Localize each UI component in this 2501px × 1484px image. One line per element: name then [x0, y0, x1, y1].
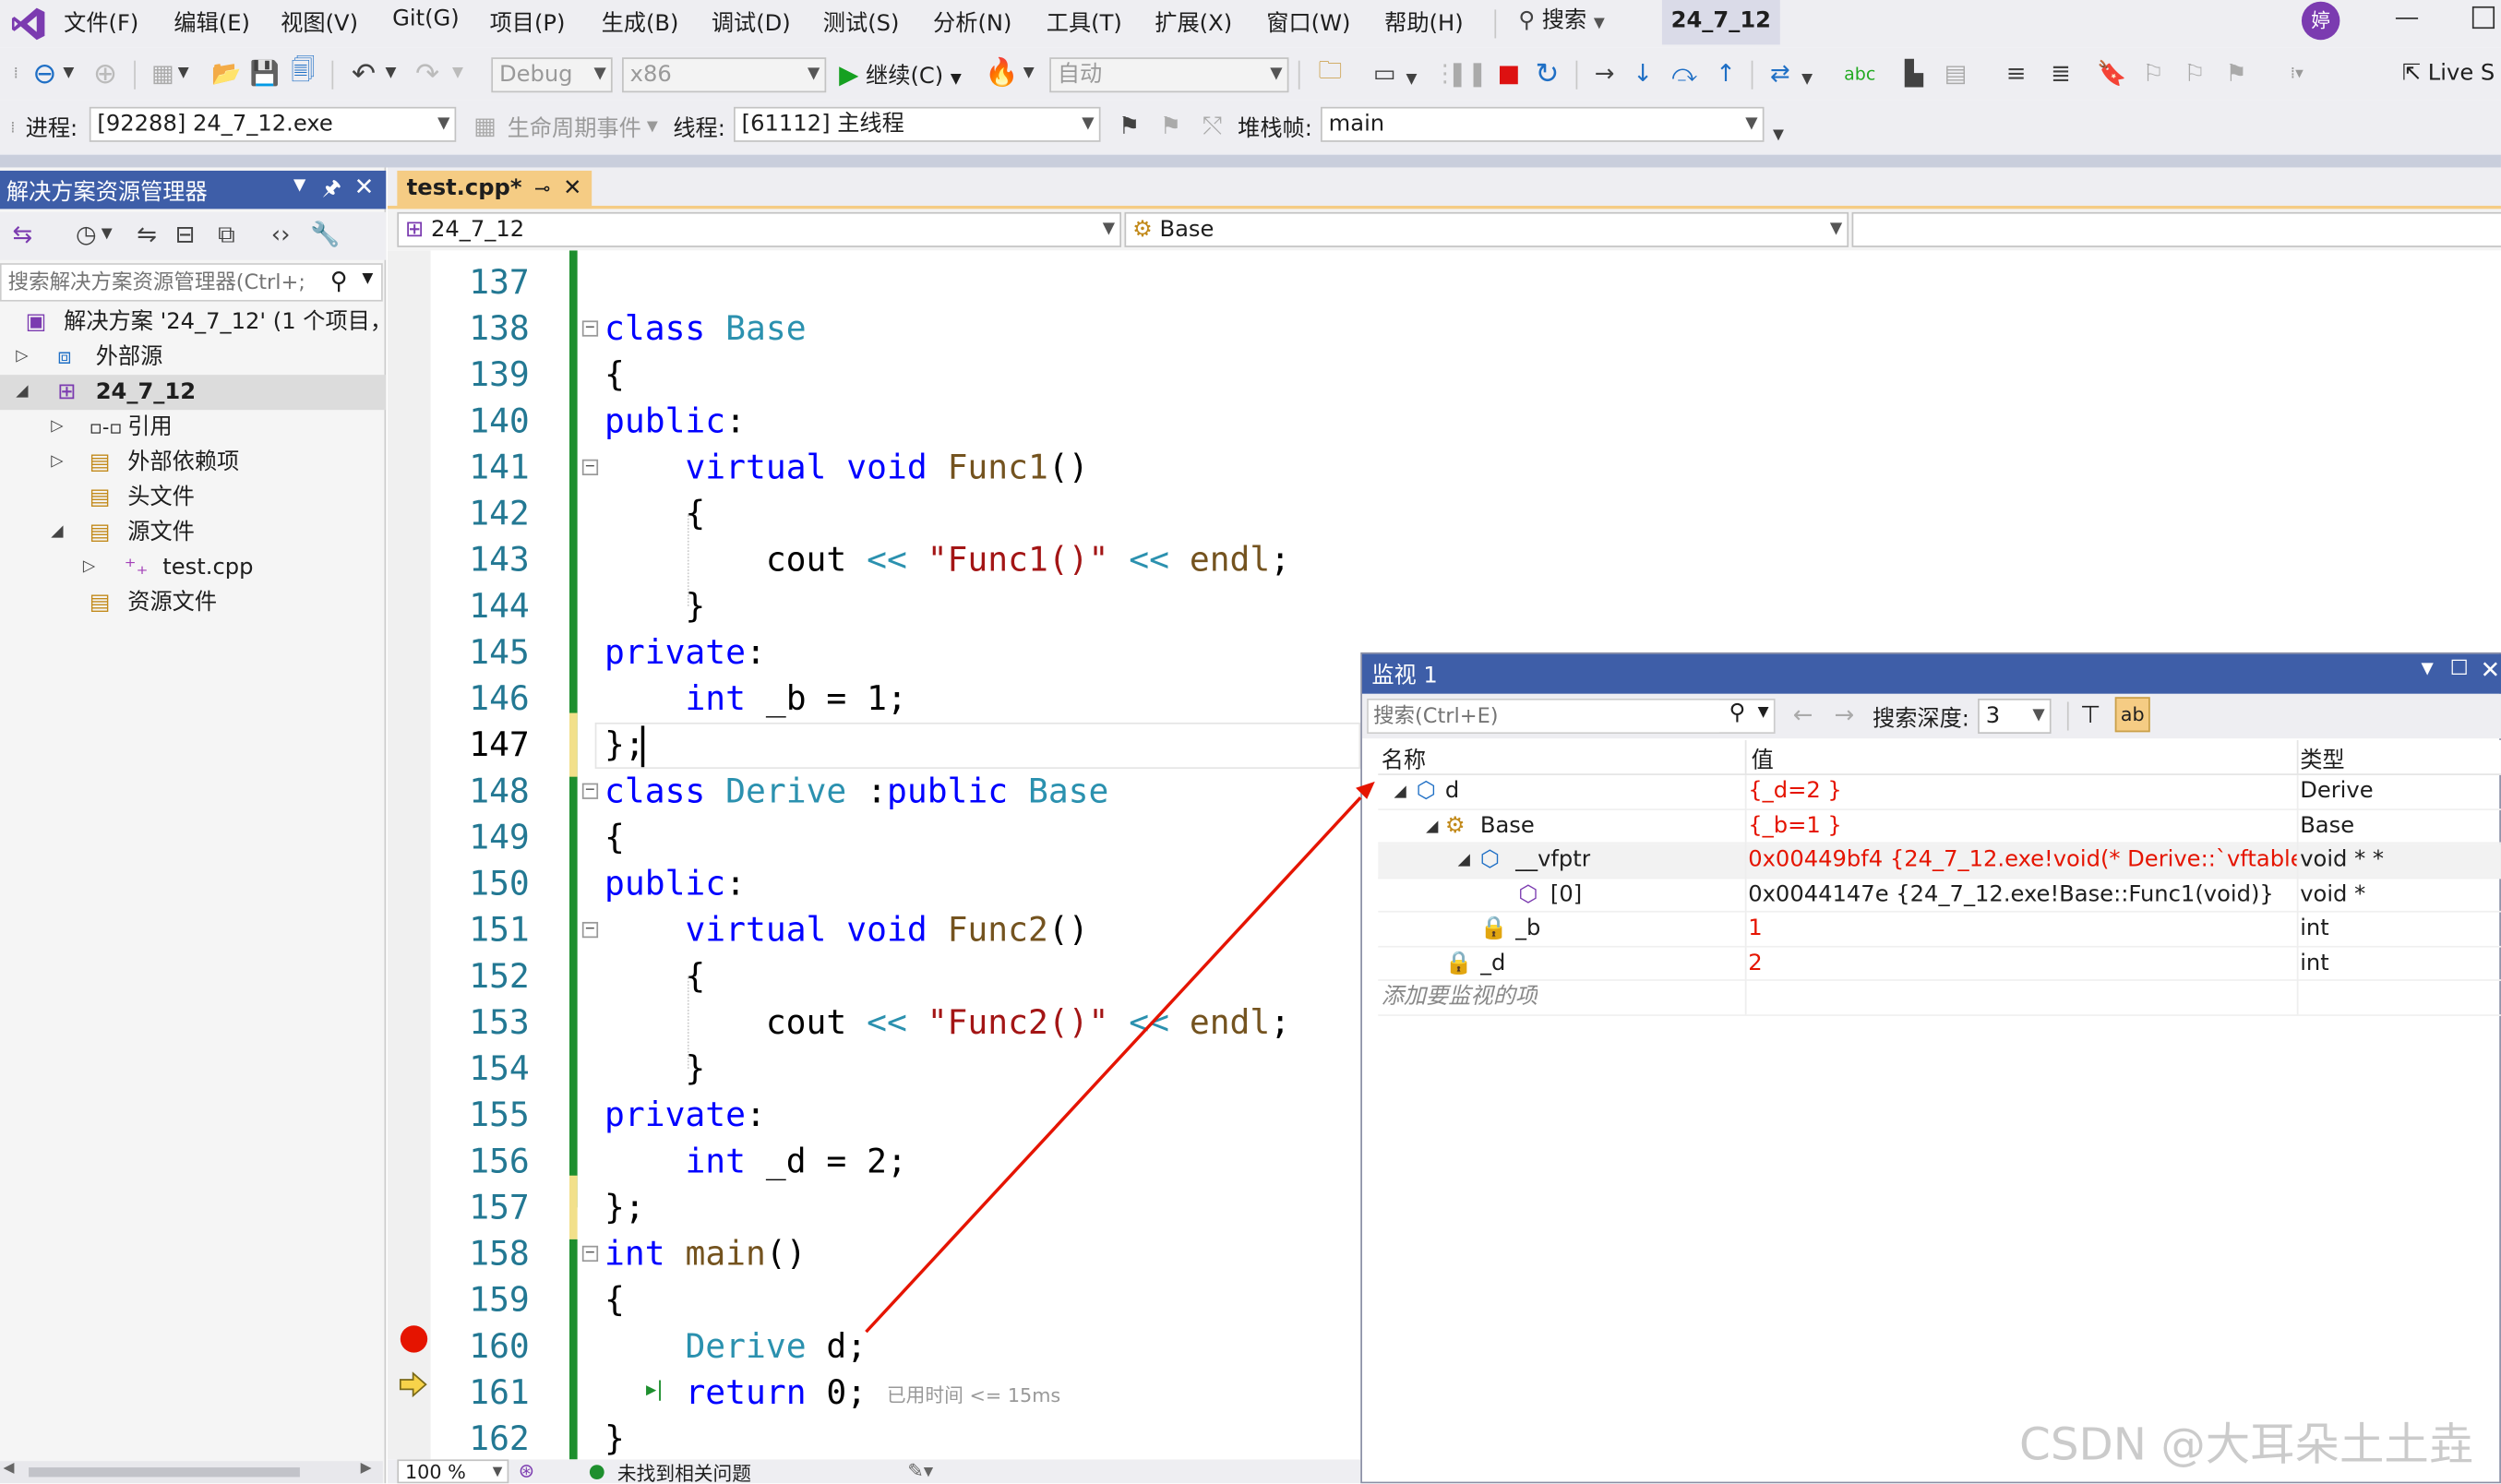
vs-window: 文件(F) 编辑(E) 视图(V) Git(G) 项目(P) 生成(B) 调试(…	[0, 0, 2501, 1484]
annotation-arrow	[865, 781, 1375, 1334]
watermark: CSDN @大耳朵土土垚	[2019, 1418, 2474, 1471]
